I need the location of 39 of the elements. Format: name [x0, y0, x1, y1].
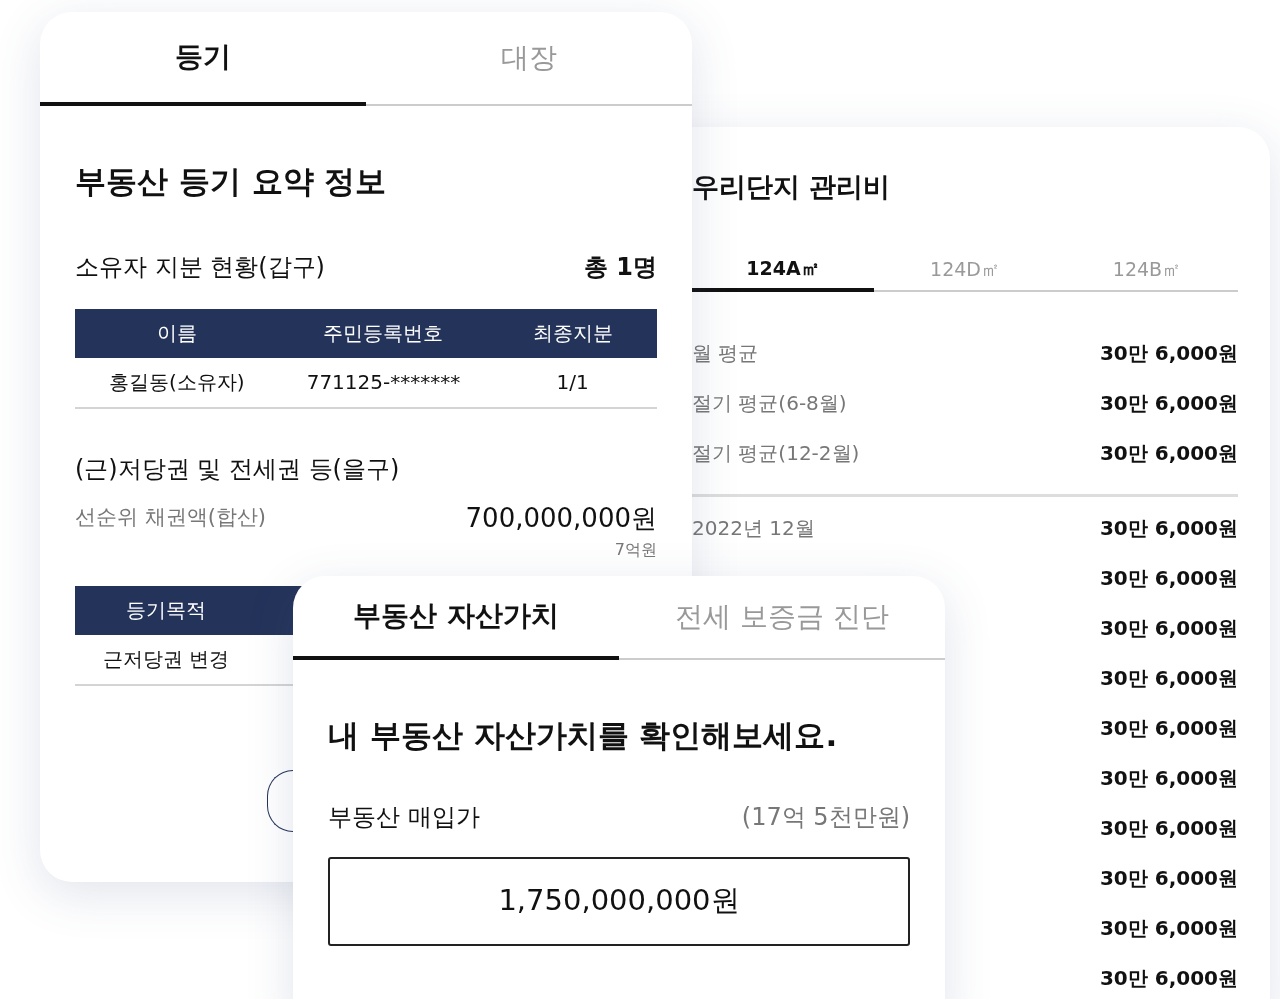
tab[interactable]: 부동산 자산가치: [293, 576, 619, 660]
card-title: 우리단지 관리비: [692, 170, 892, 204]
row-value: 30만 6,000원: [1099, 864, 1238, 892]
price-input[interactable]: 1,750,000,000원: [328, 856, 910, 946]
column-header: 등기목적: [125, 597, 207, 624]
column-header: 이름: [155, 320, 198, 347]
row-value: 30만 6,000원: [1099, 964, 1238, 992]
row-value: 30만 6,000원: [1099, 339, 1238, 367]
table-cell-text: 근저당권 변경: [101, 646, 231, 673]
table-cell-text: 1/1: [555, 369, 590, 396]
row-value: 30만 6,000원: [1099, 614, 1238, 642]
row-value: 30만 6,000원: [1099, 514, 1238, 542]
card-title: 부동산 등기 요약 정보: [75, 162, 388, 201]
row-value: 30만 6,000원: [1099, 714, 1238, 742]
section-heading: (근)저당권 및 전세권 등(을구): [75, 453, 401, 485]
column-header: 최종지분: [531, 320, 614, 347]
row-label: 절기 평균(12-2월): [692, 439, 860, 467]
column-header: 주민등록번호: [322, 320, 445, 347]
card-heading: 내 부동산 자산가치를 확인해보세요.: [328, 716, 839, 755]
table-cell-text: 771125-*******: [305, 369, 462, 396]
row-value: 30만 6,000원: [1099, 814, 1238, 842]
row-value: 30만 6,000원: [1099, 564, 1238, 592]
row-label: 2022년 12월: [692, 514, 815, 542]
row-value: 30만 6,000원: [1099, 764, 1238, 792]
row-label: 절기 평균(6-8월): [692, 389, 847, 417]
row-label: 월 평균: [692, 339, 759, 367]
field-label: 부동산 매입가: [328, 801, 480, 833]
price-hint: (17억 5천만원): [741, 801, 910, 833]
table-cell-text: 홍길동(소유자): [108, 369, 246, 396]
amount-note: 7억원: [614, 538, 657, 561]
amount-value: 700,000,000원: [465, 501, 657, 535]
field-label: 선순위 채권액(합산): [75, 504, 267, 532]
row-value: 30만 6,000원: [1099, 914, 1238, 942]
row-value: 30만 6,000원: [1099, 664, 1238, 692]
row-value: 30만 6,000원: [1099, 389, 1238, 417]
row-value: 30만 6,000원: [1099, 439, 1238, 467]
tab[interactable]: 등기: [40, 12, 366, 106]
owner-count: 총 1명: [583, 251, 657, 283]
section-heading: 소유자 지분 현황(갑구): [75, 251, 325, 283]
